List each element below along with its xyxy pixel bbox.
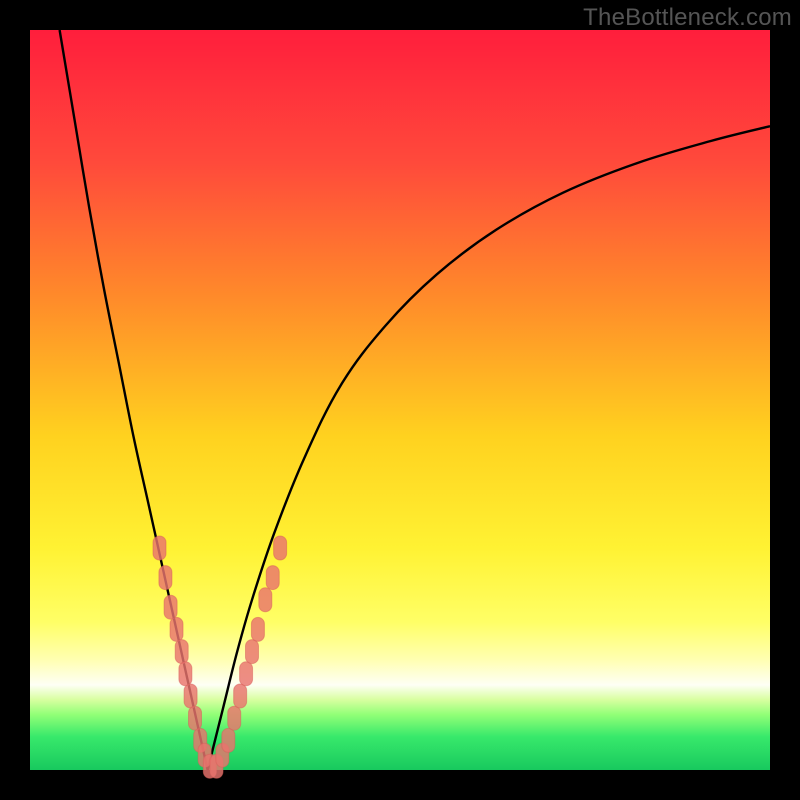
marker-point (234, 684, 247, 708)
marker-point (179, 662, 192, 686)
marker-point (246, 640, 259, 664)
marker-point (164, 595, 177, 619)
plot-area (30, 30, 770, 770)
chart-frame: TheBottleneck.com (0, 0, 800, 800)
marker-point (184, 684, 197, 708)
marker-point (274, 536, 287, 560)
marker-point (259, 588, 272, 612)
marker-point (170, 617, 183, 641)
marker-point (153, 536, 166, 560)
marker-point (266, 566, 279, 590)
marker-group (153, 536, 287, 778)
marker-point (159, 566, 172, 590)
marker-point (228, 706, 241, 730)
curve-right-branch (208, 126, 770, 770)
marker-point (189, 706, 202, 730)
marker-point (222, 728, 235, 752)
marker-point (251, 617, 264, 641)
marker-point (240, 662, 253, 686)
marker-point (175, 640, 188, 664)
watermark-text: TheBottleneck.com (583, 4, 792, 32)
chart-svg (30, 30, 770, 770)
